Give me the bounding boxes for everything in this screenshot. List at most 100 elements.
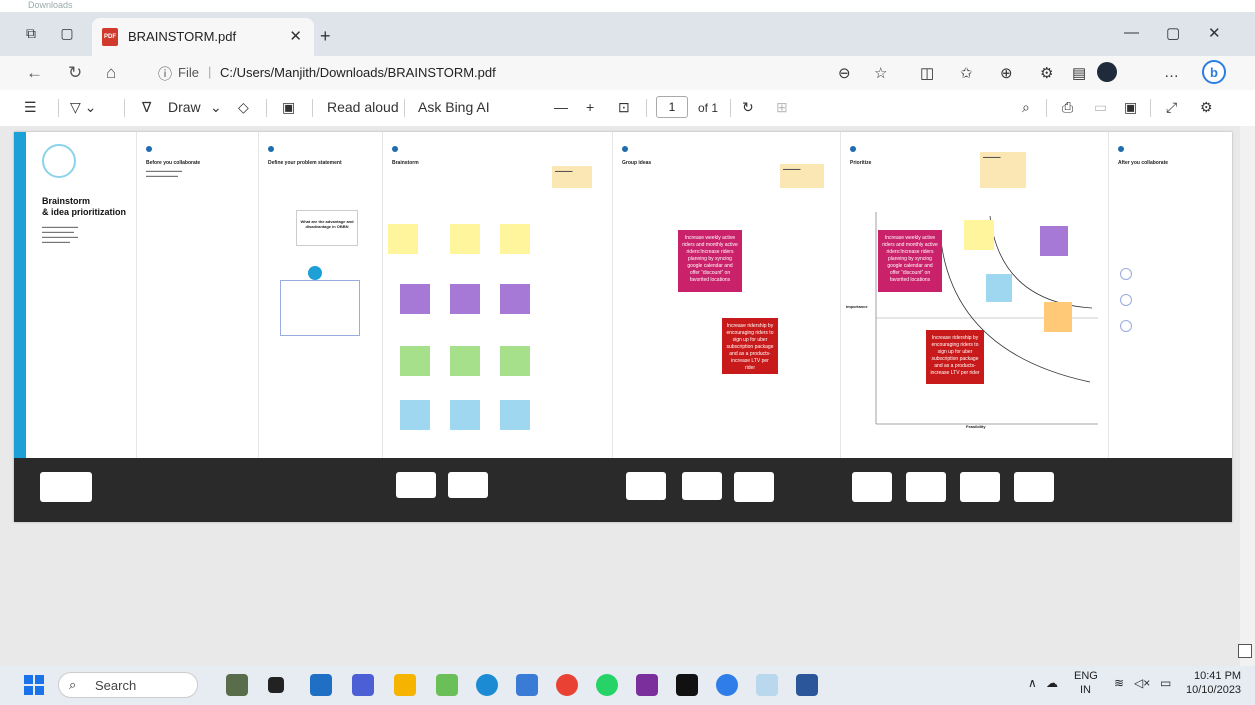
section-group-ideas: Group ideas ▬▬▬▬▬ Increase weekly active…	[612, 132, 841, 458]
explorer-panel-icon[interactable]	[310, 674, 332, 696]
workspaces-icon[interactable]: ⧉	[22, 24, 40, 42]
chrome-icon[interactable]	[556, 674, 578, 696]
cover-panel: Brainstorm & idea prioritization ▬▬▬▬▬▬▬…	[14, 132, 137, 458]
show-hidden-icons[interactable]: ∧	[1028, 676, 1037, 690]
draw-button[interactable]: Draw	[168, 99, 201, 115]
sticky-note	[400, 346, 430, 376]
home-icon[interactable]: ⌂	[106, 63, 116, 83]
sticky-note	[964, 220, 994, 250]
word-icon[interactable]	[796, 674, 818, 696]
task-view-icon[interactable]	[268, 677, 284, 693]
toolbar-divider	[1150, 99, 1151, 117]
fullscreen-icon[interactable]: ⤢	[1166, 99, 1177, 116]
input-language-bottom: IN	[1080, 684, 1091, 696]
back-arrow-icon[interactable]: ←	[26, 63, 43, 83]
step-dot	[392, 146, 398, 152]
pdf-page: Brainstorm & idea prioritization ▬▬▬▬▬▬▬…	[14, 132, 1232, 522]
profile-avatar[interactable]	[1097, 62, 1117, 82]
section-title: After you collaborate	[1118, 160, 1169, 166]
favorite-star-icon[interactable]: ☆	[874, 64, 887, 82]
windows-start-icon[interactable]	[24, 675, 44, 695]
teams-icon[interactable]	[352, 674, 374, 696]
section-prioritize: Prioritize ▬▬▬▬▬ Increase weekly active …	[840, 132, 1109, 458]
thumbnail-group	[682, 472, 722, 500]
info-icon[interactable]: ⓘ	[158, 64, 172, 84]
problem-statement-card: What are the advantage and disadvantage …	[296, 210, 358, 246]
onedrive-icon[interactable]: ☁	[1046, 676, 1058, 690]
toolbar-divider	[312, 99, 313, 117]
step-dot	[1118, 146, 1124, 152]
url-scheme-label: File	[178, 65, 199, 80]
vertical-scrollbar[interactable]	[1240, 126, 1255, 666]
save-as-icon[interactable]: ▣	[1124, 99, 1137, 116]
close-tab-icon[interactable]: ✕	[289, 27, 302, 45]
search-icon: ⌕	[69, 677, 77, 692]
zoom-out-icon[interactable]: —	[554, 99, 568, 115]
thumbnail-brainstorm	[448, 472, 488, 498]
whatsapp-icon[interactable]	[596, 674, 618, 696]
tab-actions-icon[interactable]: ▢	[58, 24, 76, 42]
refresh-icon[interactable]: ↻	[68, 63, 82, 83]
input-language-top[interactable]: ENG	[1074, 670, 1098, 682]
wifi-icon[interactable]: ≋	[1114, 676, 1124, 690]
notes-app-icon[interactable]	[436, 674, 458, 696]
rotate-icon[interactable]: ↻	[742, 99, 754, 116]
page-number-input[interactable]: 1	[656, 96, 688, 118]
tab-brainstorm-pdf[interactable]: PDF BRAINSTORM.pdf ✕	[92, 18, 314, 56]
bing-copilot-icon[interactable]: b	[1202, 60, 1226, 84]
favorites-icon[interactable]: ✩	[960, 64, 973, 82]
snipping-tool-icon[interactable]	[756, 674, 778, 696]
split-screen-icon[interactable]: ◫	[920, 64, 934, 82]
vscode-icon[interactable]	[716, 674, 738, 696]
fit-page-icon[interactable]: ⊡	[618, 99, 630, 116]
toolbar-divider	[124, 99, 125, 117]
scroll-corner-button[interactable]	[1238, 644, 1252, 658]
grouped-idea-calendar: Increase weekly active riders and monthl…	[678, 230, 742, 292]
add-text-icon[interactable]: ▣	[282, 99, 295, 116]
sticky-note	[1040, 226, 1068, 256]
save-icon[interactable]: ▭	[1094, 99, 1107, 116]
file-explorer-icon[interactable]	[394, 674, 416, 696]
read-aloud-button[interactable]: Read aloud	[327, 99, 399, 115]
clock-date: 10/10/2023	[1186, 684, 1242, 696]
zoom-icon[interactable]: ⊖	[838, 64, 851, 82]
taskbar-search-box[interactable]: ⌕ Search	[58, 672, 198, 698]
new-tab-button[interactable]: +	[320, 26, 331, 47]
zoom-in-icon[interactable]: +	[586, 99, 594, 115]
clock-time[interactable]: 10:41 PM	[1194, 670, 1241, 682]
timer-icon	[308, 266, 322, 280]
eraser-icon[interactable]: ◇	[238, 99, 249, 116]
close-window-button[interactable]: ✕	[1208, 24, 1221, 42]
extensions-icon[interactable]: ⚙	[1040, 64, 1053, 82]
browser-essentials-icon[interactable]: ▤	[1072, 64, 1086, 82]
ask-bing-button[interactable]: Ask Bing AI	[418, 99, 490, 115]
contents-icon[interactable]: ☰	[24, 99, 37, 116]
page-view-icon[interactable]: ⊞	[776, 99, 788, 116]
app-icon[interactable]	[636, 674, 658, 696]
draw-pen-icon[interactable]: ∇	[142, 99, 151, 116]
address-bar[interactable]: ⓘ File | C:/Users/Manjith/Downloads/BRAI…	[152, 61, 838, 85]
maximize-button[interactable]: ▢	[1166, 24, 1180, 42]
cover-title-line1: Brainstorm	[42, 196, 91, 206]
widgets-icon[interactable]	[226, 674, 248, 696]
github-icon[interactable]	[676, 674, 698, 696]
draw-dropdown-icon[interactable]: ⌄	[210, 99, 222, 116]
minimize-button[interactable]: —	[1124, 24, 1139, 41]
print-icon[interactable]: ⎙	[1062, 99, 1073, 116]
more-options-icon[interactable]: …	[1164, 64, 1179, 81]
collections-icon[interactable]: ⊕	[1000, 64, 1013, 82]
pdf-settings-icon[interactable]: ⚙	[1200, 99, 1213, 116]
thumbnail-group	[734, 472, 774, 502]
background-window-strip: Downloads	[0, 0, 1255, 12]
volume-icon[interactable]: ◁×	[1134, 676, 1150, 690]
edge-icon[interactable]	[476, 674, 498, 696]
url-separator: |	[208, 64, 212, 79]
battery-icon[interactable]: ▭	[1160, 676, 1171, 690]
sticky-note	[450, 346, 480, 376]
axis-y-label: Importance	[846, 304, 868, 309]
search-doc-icon[interactable]: ⌕	[1022, 99, 1030, 116]
highlight-icon[interactable]: ▽ ⌄	[70, 99, 96, 116]
search-label: Search	[95, 678, 137, 693]
photos-icon[interactable]	[516, 674, 538, 696]
pdf-file-icon: PDF	[102, 28, 118, 46]
